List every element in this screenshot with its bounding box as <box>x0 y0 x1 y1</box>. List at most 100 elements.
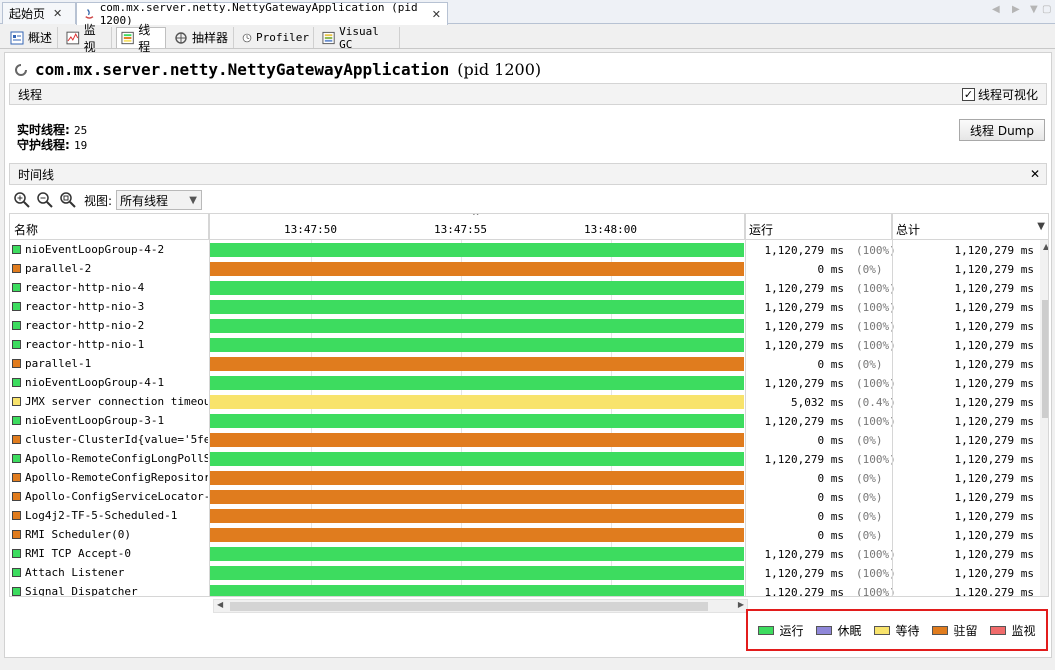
table-row[interactable]: reactor-http-nio-3 1,120,279 ms (100%) 1,12… <box>10 298 1036 317</box>
table-row[interactable]: parallel-2 0 ms (0%) 1,120,279 ms <box>10 260 1036 279</box>
column-header-timeline[interactable]: 13:47:50 13:47:55 13:48:00 ^ <box>209 214 745 240</box>
thread-dump-button[interactable]: 线程 Dump <box>959 119 1045 141</box>
thread-name: reactor-http-nio-3 <box>25 300 145 313</box>
thread-state-bar <box>209 433 744 447</box>
scrollbar-thumb[interactable] <box>230 602 708 611</box>
table-row[interactable]: Apollo-ConfigServiceLocator-1 0 ms (0%) 1,1… <box>10 488 1036 507</box>
tab-visual-gc[interactable]: Visual GC <box>318 25 400 51</box>
thread-name-cell: nioEventLoopGroup-3-1 <box>12 414 208 427</box>
thread-name-cell: reactor-http-nio-1 <box>12 338 208 351</box>
close-icon[interactable]: ✕ <box>432 8 441 21</box>
threads-visualization-toggle[interactable]: ✓ 线程可视化 <box>961 86 1038 103</box>
zoom-fit-icon[interactable] <box>59 191 77 209</box>
tab-threads[interactable]: 线程 <box>116 23 166 54</box>
total-time: 1,120,279 ms <box>954 415 1034 428</box>
thread-state-swatch <box>12 340 21 349</box>
table-row[interactable]: nioEventLoopGroup-4-1 1,120,279 ms (100%) 1… <box>10 374 1036 393</box>
view-tab-bar: 概述 监视 线程 抽样器 Profiler Visual GC <box>0 23 1055 54</box>
table-row[interactable]: cluster-ClusterId{value='5feab 0 ms (0%) 1,… <box>10 431 1036 450</box>
vertical-scrollbar[interactable]: ▲ <box>1040 240 1048 596</box>
thread-state-bar <box>209 566 744 580</box>
running-time: 0 ms <box>817 358 845 371</box>
table-row[interactable]: reactor-http-nio-1 1,120,279 ms (100%) 1,12… <box>10 336 1036 355</box>
scrollbar-thumb[interactable] <box>1042 300 1048 418</box>
total-time: 1,120,279 ms <box>954 491 1034 504</box>
table-row[interactable]: nioEventLoopGroup-4-2 1,120,279 ms (100%) 1… <box>10 241 1036 260</box>
running-time: 1,120,279 ms <box>764 567 844 580</box>
thread-name: reactor-http-nio-1 <box>25 338 145 351</box>
table-row[interactable]: reactor-http-nio-4 1,120,279 ms (100%) 1,12… <box>10 279 1036 298</box>
thread-name: parallel-1 <box>25 357 92 370</box>
table-row[interactable]: Signal Dispatcher 1,120,279 ms (100%) 1,120… <box>10 583 1036 597</box>
maximize-icon[interactable]: ▢ <box>1042 4 1051 15</box>
thread-name: reactor-http-nio-4 <box>25 281 145 294</box>
table-row[interactable]: Apollo-RemoteConfigLongPollServ 1,120,279… <box>10 450 1036 469</box>
running-percent: (100%) <box>856 320 896 333</box>
running-time: 1,120,279 ms <box>764 548 844 561</box>
thread-state-swatch <box>12 530 21 539</box>
threads-visualization-checkbox[interactable]: ✓ <box>961 88 975 101</box>
thread-state-bar <box>209 243 744 257</box>
daemon-threads-value: 19 <box>74 139 88 152</box>
live-threads-label: 实时线程: <box>17 123 70 137</box>
table-row[interactable]: nioEventLoopGroup-3-1 1,120,279 ms (100%) 1… <box>10 412 1036 431</box>
running-percent: (100%) <box>856 415 896 428</box>
visual-gc-icon <box>322 31 335 44</box>
thread-state-swatch <box>12 302 21 311</box>
table-row[interactable]: RMI Scheduler(0) 0 ms (0%) 1,120,279 ms <box>10 526 1036 545</box>
running-time: 0 ms <box>817 434 845 447</box>
time-tick: 13:47:55 <box>434 223 487 236</box>
tab-list-icon[interactable]: ▼ <box>1030 4 1038 15</box>
tab-sampler[interactable]: 抽样器 <box>170 27 234 48</box>
total-time: 1,120,279 ms <box>954 586 1034 597</box>
scroll-left-icon[interactable]: ◀ <box>992 4 1000 15</box>
close-icon[interactable]: ✕ <box>53 7 62 20</box>
running-time: 0 ms <box>817 472 845 485</box>
tab-profiler[interactable]: Profiler <box>238 27 314 48</box>
table-row[interactable]: JMX server connection timeout 5,032 ms (0.… <box>10 393 1036 412</box>
legend-swatch <box>874 625 891 635</box>
table-row[interactable]: Log4j2-TF-5-Scheduled-1 0 ms (0%) 1,120,279… <box>10 507 1036 526</box>
section-title: 时间线 <box>18 167 55 182</box>
tab-label: 起始页 <box>9 7 46 21</box>
table-row[interactable]: RMI TCP Accept-0 1,120,279 ms (100%) 1,120,… <box>10 545 1036 564</box>
scroll-right-icon[interactable]: ▶ <box>738 600 744 609</box>
horizontal-scrollbar[interactable]: ◀ ▶ <box>213 599 748 613</box>
scroll-up-icon[interactable]: ▲ <box>1043 242 1048 251</box>
total-time: 1,120,279 ms <box>954 263 1034 276</box>
scroll-right-icon[interactable]: ▶ <box>1012 4 1020 15</box>
column-menu-icon[interactable]: ▼ <box>1037 221 1045 232</box>
threads-view-panel: com.mx.server.netty.NettyGatewayApplicat… <box>4 52 1052 658</box>
thread-state-bar <box>209 547 744 561</box>
running-percent: (100%) <box>856 301 896 314</box>
running-percent: (100%) <box>856 339 896 352</box>
tab-label: 线程 <box>138 23 151 54</box>
tab-label: 监视 <box>83 22 96 54</box>
tab-start-page[interactable]: 起始页 ✕ <box>2 2 76 24</box>
table-row[interactable]: parallel-1 0 ms (0%) 1,120,279 ms <box>10 355 1036 374</box>
view-select[interactable]: 所有线程 ▼ <box>116 190 203 210</box>
zoom-in-icon[interactable] <box>13 191 31 209</box>
threads-icon <box>121 31 134 45</box>
thread-name-cell: JMX server connection timeout <box>12 395 208 408</box>
threads-section-header: 线程 ✓ 线程可视化 <box>9 83 1047 105</box>
scroll-left-icon[interactable]: ◀ <box>217 600 223 609</box>
close-icon[interactable]: ✕ <box>1030 167 1040 181</box>
thread-state-swatch <box>12 245 21 254</box>
zoom-out-icon[interactable] <box>36 191 54 209</box>
thread-name-cell: parallel-2 <box>12 262 208 275</box>
table-row[interactable]: Apollo-RemoteConfigRepository- 0 ms (0%) 1,… <box>10 469 1036 488</box>
thread-state-bar <box>209 281 744 295</box>
column-header-name[interactable]: 名称 <box>10 214 209 240</box>
column-header-running[interactable]: 运行 <box>745 214 892 240</box>
tab-monitor[interactable]: 监视 <box>62 23 112 54</box>
tab-overview[interactable]: 概述 <box>6 27 58 48</box>
running-percent: (100%) <box>856 453 896 466</box>
thread-name-cell: Apollo-RemoteConfigLongPollServ <box>12 452 208 465</box>
table-row[interactable]: Attach Listener 1,120,279 ms (100%) 1,120,2… <box>10 564 1036 583</box>
thread-name: Log4j2-TF-5-Scheduled-1 <box>25 509 178 522</box>
thread-state-bar <box>209 490 744 504</box>
table-row[interactable]: reactor-http-nio-2 1,120,279 ms (100%) 1,12… <box>10 317 1036 336</box>
column-header-total[interactable]: 总计 ▼ <box>892 214 1048 240</box>
tab-application[interactable]: com.mx.server.netty.NettyGatewayApplicat… <box>76 1 448 27</box>
